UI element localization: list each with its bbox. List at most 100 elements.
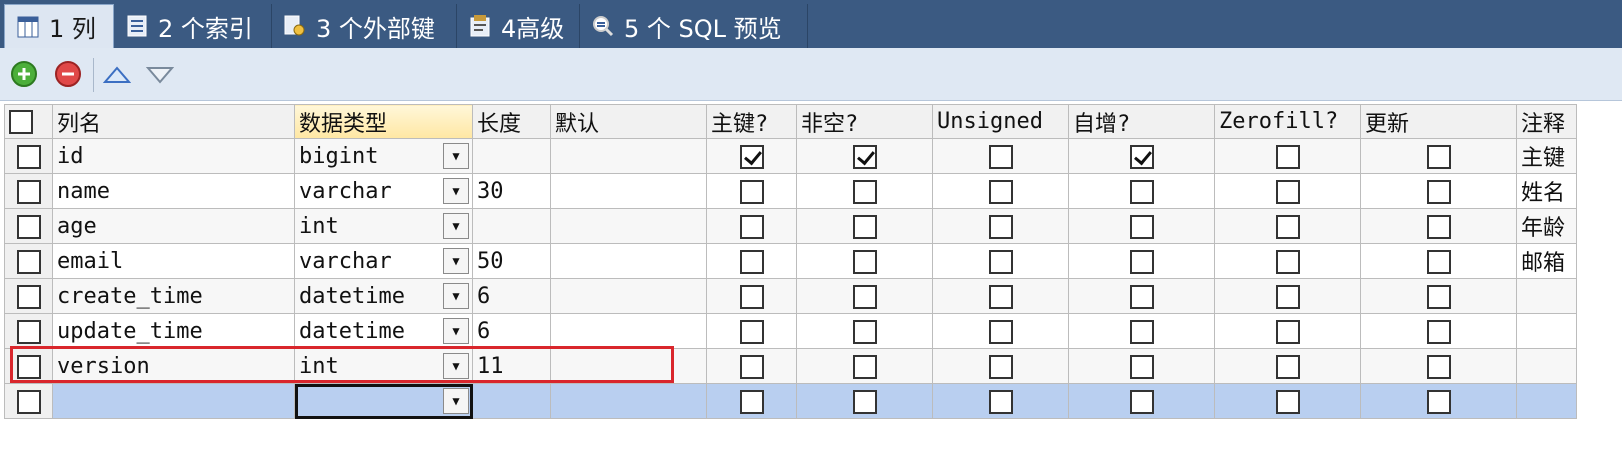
move-down-button[interactable]: [146, 60, 174, 88]
zerofill-checkbox[interactable]: [1214, 383, 1361, 419]
zerofill-checkbox[interactable]: [1214, 243, 1361, 279]
data-type-cell[interactable]: varchar ▼: [294, 173, 473, 209]
chevron-down-icon[interactable]: ▼: [443, 178, 469, 204]
chevron-down-icon[interactable]: ▼: [443, 283, 469, 309]
unsigned-checkbox[interactable]: [932, 243, 1069, 279]
row-select-checkbox[interactable]: [4, 138, 53, 174]
update-checkbox[interactable]: [1360, 348, 1517, 384]
length-cell[interactable]: [472, 138, 551, 174]
data-type-cell[interactable]: datetime ▼: [294, 313, 473, 349]
length-cell[interactable]: 6: [472, 313, 551, 349]
unsigned-checkbox[interactable]: [932, 348, 1069, 384]
default-cell[interactable]: [550, 313, 707, 349]
length-cell[interactable]: [472, 208, 551, 244]
pk-checkbox[interactable]: [706, 173, 797, 209]
remove-column-button[interactable]: [54, 60, 82, 88]
col-header-autoinc[interactable]: 自增?: [1068, 104, 1215, 139]
notnull-checkbox[interactable]: [796, 313, 933, 349]
chevron-down-icon[interactable]: ▼: [443, 388, 469, 414]
length-cell[interactable]: 50: [472, 243, 551, 279]
column-name-cell[interactable]: name: [52, 173, 295, 209]
tab-advanced[interactable]: 4高级: [457, 4, 580, 48]
col-header-default[interactable]: 默认: [550, 104, 707, 139]
move-up-button[interactable]: [103, 60, 131, 88]
add-column-button[interactable]: [10, 60, 38, 88]
table-row[interactable]: update_time datetime ▼ 6: [4, 313, 1577, 349]
default-cell[interactable]: [550, 278, 707, 314]
column-name-cell[interactable]: update_time: [52, 313, 295, 349]
zerofill-checkbox[interactable]: [1214, 173, 1361, 209]
unsigned-checkbox[interactable]: [932, 173, 1069, 209]
row-select-checkbox[interactable]: [4, 243, 53, 279]
unsigned-checkbox[interactable]: [932, 208, 1069, 244]
col-header-zerofill[interactable]: Zerofill?: [1214, 104, 1361, 139]
autoinc-checkbox[interactable]: [1068, 278, 1215, 314]
col-header-name[interactable]: 列名: [52, 104, 295, 139]
table-row[interactable]: id bigint ▼ 主键: [4, 138, 1577, 174]
default-cell[interactable]: [550, 243, 707, 279]
notnull-checkbox[interactable]: [796, 138, 933, 174]
notnull-checkbox[interactable]: [796, 173, 933, 209]
tab-columns[interactable]: 1 列: [4, 4, 114, 48]
unsigned-checkbox[interactable]: [932, 313, 1069, 349]
chevron-down-icon[interactable]: ▼: [443, 318, 469, 344]
unsigned-checkbox[interactable]: [932, 278, 1069, 314]
zerofill-checkbox[interactable]: [1214, 348, 1361, 384]
col-header-unsigned[interactable]: Unsigned: [932, 104, 1069, 139]
data-type-cell[interactable]: ▼: [294, 383, 473, 419]
notnull-checkbox[interactable]: [796, 243, 933, 279]
column-name-cell[interactable]: age: [52, 208, 295, 244]
unsigned-checkbox[interactable]: [932, 383, 1069, 419]
col-header-type[interactable]: 数据类型: [294, 104, 473, 139]
autoinc-checkbox[interactable]: [1068, 208, 1215, 244]
select-all-checkbox[interactable]: [4, 104, 53, 139]
default-cell[interactable]: [550, 208, 707, 244]
tab-sql-preview[interactable]: 5 个 SQL 预览: [580, 4, 808, 48]
pk-checkbox[interactable]: [706, 208, 797, 244]
zerofill-checkbox[interactable]: [1214, 138, 1361, 174]
default-cell[interactable]: [550, 173, 707, 209]
notnull-checkbox[interactable]: [796, 278, 933, 314]
default-cell[interactable]: [550, 138, 707, 174]
column-name-cell[interactable]: id: [52, 138, 295, 174]
autoinc-checkbox[interactable]: [1068, 313, 1215, 349]
default-cell[interactable]: [550, 383, 707, 419]
comment-cell[interactable]: [1516, 278, 1577, 314]
update-checkbox[interactable]: [1360, 173, 1517, 209]
zerofill-checkbox[interactable]: [1214, 208, 1361, 244]
pk-checkbox[interactable]: [706, 348, 797, 384]
data-type-cell[interactable]: int ▼: [294, 208, 473, 244]
column-name-cell[interactable]: version: [52, 348, 295, 384]
table-row[interactable]: name varchar ▼ 30 姓名: [4, 173, 1577, 209]
update-checkbox[interactable]: [1360, 313, 1517, 349]
row-select-checkbox[interactable]: [4, 313, 53, 349]
column-name-cell[interactable]: email: [52, 243, 295, 279]
chevron-down-icon[interactable]: ▼: [443, 143, 469, 169]
col-header-pk[interactable]: 主键?: [706, 104, 797, 139]
update-checkbox[interactable]: [1360, 278, 1517, 314]
row-select-checkbox[interactable]: [4, 348, 53, 384]
pk-checkbox[interactable]: [706, 383, 797, 419]
update-checkbox[interactable]: [1360, 208, 1517, 244]
pk-checkbox[interactable]: [706, 313, 797, 349]
tab-indexes[interactable]: 2 个索引: [114, 4, 272, 48]
row-select-checkbox[interactable]: [4, 278, 53, 314]
update-checkbox[interactable]: [1360, 383, 1517, 419]
update-checkbox[interactable]: [1360, 243, 1517, 279]
comment-cell[interactable]: 主键: [1516, 138, 1577, 174]
pk-checkbox[interactable]: [706, 138, 797, 174]
column-name-cell[interactable]: create_time: [52, 278, 295, 314]
row-select-checkbox[interactable]: [4, 383, 53, 419]
comment-cell[interactable]: 邮箱: [1516, 243, 1577, 279]
notnull-checkbox[interactable]: [796, 208, 933, 244]
length-cell[interactable]: [472, 383, 551, 419]
autoinc-checkbox[interactable]: [1068, 138, 1215, 174]
col-header-update[interactable]: 更新: [1360, 104, 1517, 139]
comment-cell[interactable]: [1516, 348, 1577, 384]
column-name-cell[interactable]: [52, 383, 295, 419]
data-type-cell[interactable]: datetime ▼: [294, 278, 473, 314]
autoinc-checkbox[interactable]: [1068, 173, 1215, 209]
row-select-checkbox[interactable]: [4, 208, 53, 244]
comment-cell[interactable]: [1516, 383, 1577, 419]
length-cell[interactable]: 11: [472, 348, 551, 384]
